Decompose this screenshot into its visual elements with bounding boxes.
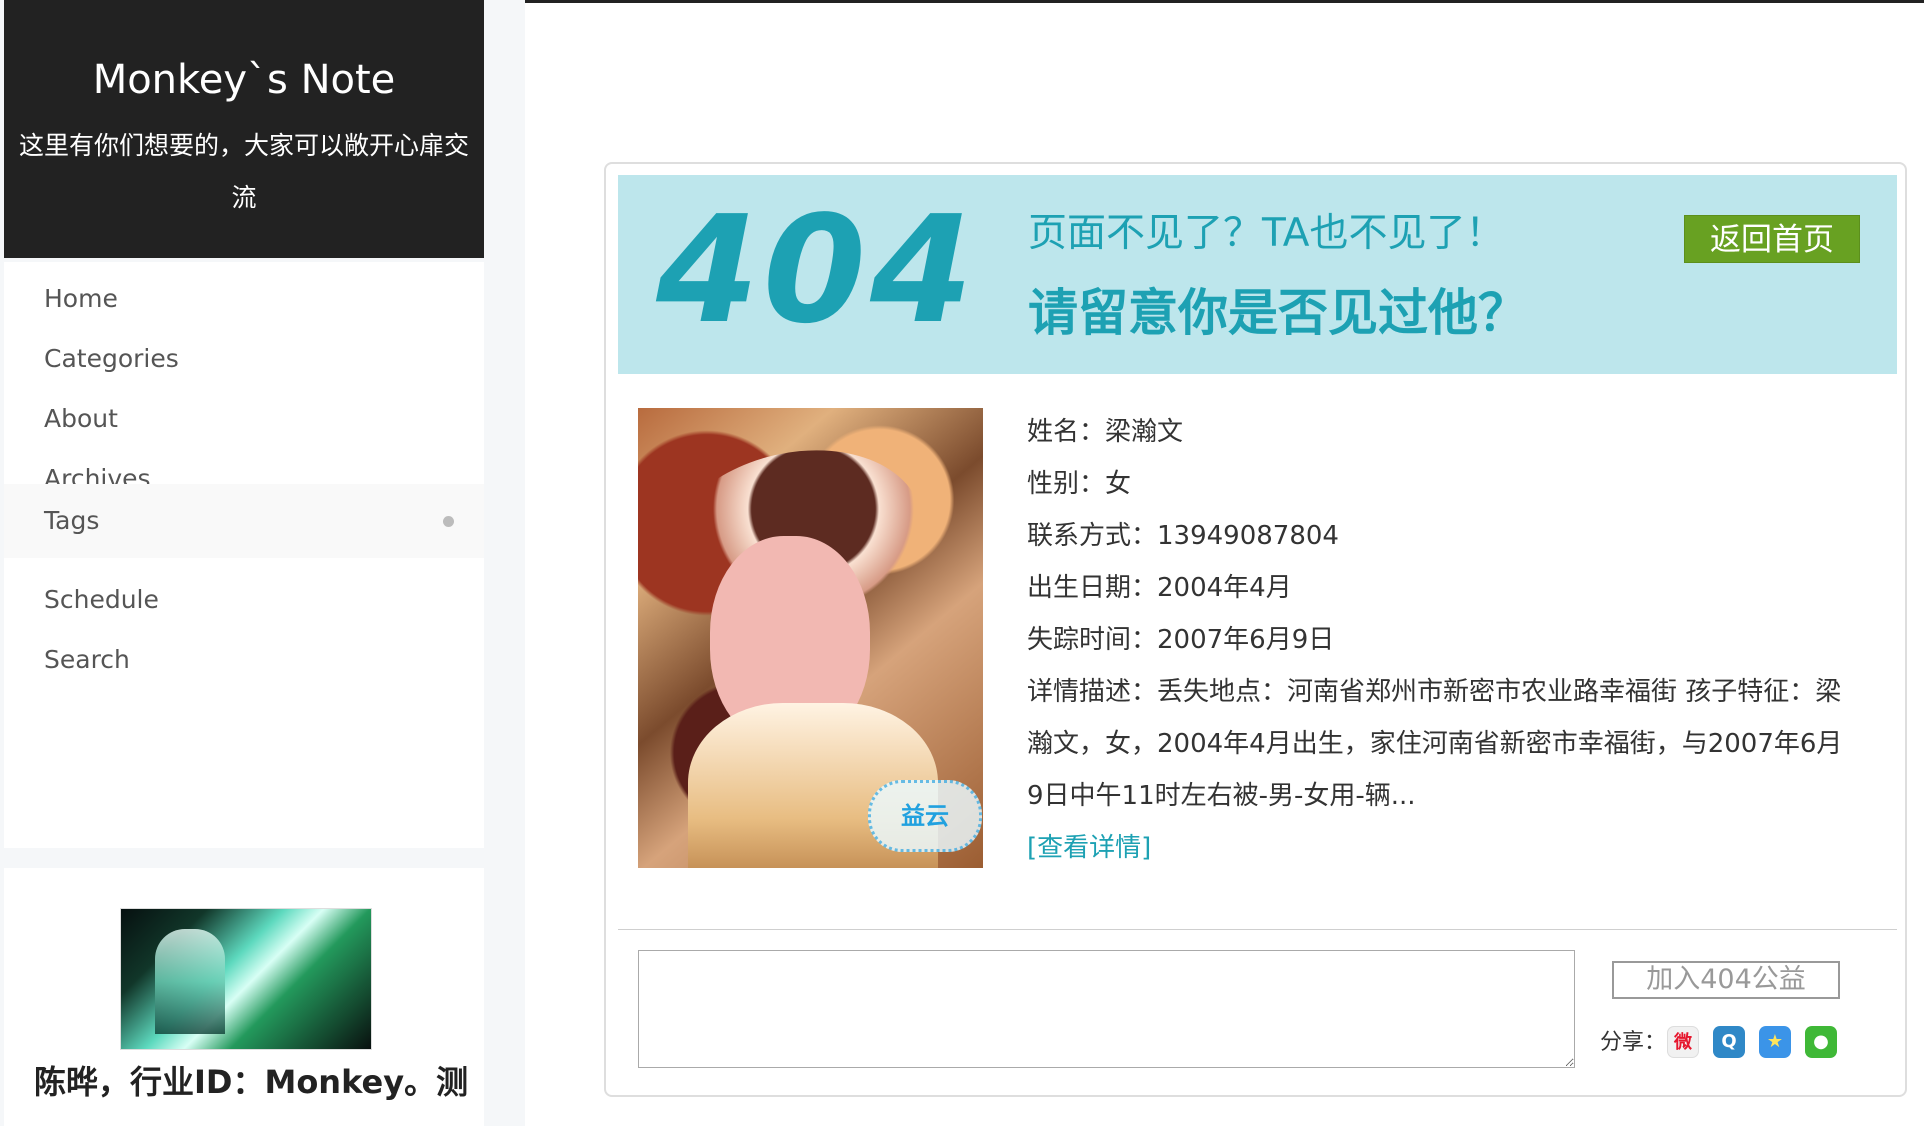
sidebar-menu: Home Categories About Archives Tags Sche… xyxy=(4,262,484,848)
sidebar: Monkey`s Note 这里有你们想要的，大家可以敞开心扉交流 Home C… xyxy=(0,0,525,1126)
weibo-icon[interactable]: 微 xyxy=(1667,1026,1699,1058)
wechat-icon[interactable]: ● xyxy=(1805,1026,1837,1058)
active-dot-icon xyxy=(443,516,454,527)
menu-item-tags-label: Tags xyxy=(44,506,100,535)
error-banner: 404 页面不见了？TA也不见了！ 请留意你是否见过他？ 返回首页 xyxy=(618,175,1897,374)
author-avatar[interactable] xyxy=(120,908,372,1050)
detail-birth-date: 出生日期：2004年4月 xyxy=(1027,573,1292,603)
author-description: 陈晔，行业ID：Monkey。测 xyxy=(34,1063,469,1101)
detail-name: 姓名：梁瀚文 xyxy=(1027,417,1184,447)
share-label: 分享： xyxy=(1600,1030,1667,1055)
detail-gender: 性别：女 xyxy=(1027,469,1132,499)
return-home-button[interactable]: 返回首页 xyxy=(1684,215,1860,263)
detail-description: 详情描述：丢失地点：河南省郑州市新密市农业路幸福街 孩子特征：梁瀚文，女，200… xyxy=(1027,677,1843,811)
error-code: 404 xyxy=(656,184,977,356)
missing-person-details: 姓名：梁瀚文 性别：女 联系方式：13949087804 出生日期：2004年4… xyxy=(1027,406,1847,874)
menu-item-search[interactable]: Search xyxy=(4,623,484,697)
comment-input[interactable] xyxy=(638,950,1575,1068)
site-brand: Monkey`s Note 这里有你们想要的，大家可以敞开心扉交流 xyxy=(4,0,484,258)
missing-page-headline: 页面不见了？TA也不见了！ xyxy=(1028,211,1505,256)
author-profile: 陈晔，行业ID：Monkey。测 xyxy=(4,868,484,1126)
qzone-icon[interactable]: Q xyxy=(1713,1026,1745,1058)
view-details-link[interactable]: [查看详情] xyxy=(1027,822,1847,874)
avatar-robot-shape xyxy=(155,929,225,1034)
detail-contact: 联系方式：13949087804 xyxy=(1027,521,1339,551)
menu-item-tags[interactable]: Tags xyxy=(4,484,484,558)
detail-missing-time: 失踪时间：2007年6月9日 xyxy=(1027,625,1335,655)
join-404-charity-button[interactable]: 加入404公益 xyxy=(1612,961,1840,999)
missing-person-prompt: 请留意你是否见过他？ xyxy=(1028,284,1528,342)
missing-person-404-card: 404 页面不见了？TA也不见了！ 请留意你是否见过他？ 返回首页 益云 姓名：… xyxy=(604,162,1907,1097)
photo-watermark: 益云 xyxy=(868,780,982,852)
qq-icon[interactable]: ★ xyxy=(1759,1026,1791,1058)
missing-person-photo: 益云 xyxy=(638,408,983,868)
site-subtitle: 这里有你们想要的，大家可以敞开心扉交流 xyxy=(18,131,469,212)
site-title[interactable]: Monkey`s Note xyxy=(4,52,484,108)
content-divider xyxy=(618,929,1897,930)
